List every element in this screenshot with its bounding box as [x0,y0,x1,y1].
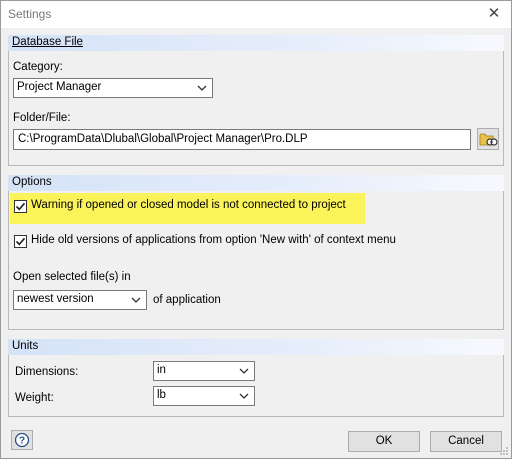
folder-browse-icon [479,133,498,146]
section-title-units: Units [12,340,39,352]
settings-dialog: Settings ✕ Database File Category: Proje… [0,0,512,459]
folder-file-input[interactable]: C:\ProgramData\Dlubal\Global\Project Man… [13,129,471,150]
section-title-options: Options [12,176,52,188]
folder-file-value: C:\ProgramData\Dlubal\Global\Project Man… [18,133,308,145]
ok-button[interactable]: OK [348,431,420,452]
warning-checkbox[interactable] [14,200,27,213]
svg-text:?: ? [19,436,25,447]
folder-label: Folder/File: [13,112,71,124]
chevron-down-icon [131,297,141,303]
version-dropdown[interactable]: newest version [13,290,147,310]
dimensions-value: in [157,364,166,376]
section-title-database-file: Database File [12,36,83,48]
chevron-down-icon [197,85,207,91]
section-header-units: Units [8,339,504,355]
section-header-database-file: Database File [8,35,504,51]
hide-old-versions-label: Hide old versions of applications from o… [31,234,396,246]
weight-label: Weight: [15,392,54,404]
chevron-down-icon [239,393,249,399]
browse-button[interactable] [477,128,499,150]
of-application-label: of application [153,294,221,306]
chevron-down-icon [239,368,249,374]
cancel-button[interactable]: Cancel [430,431,502,452]
section-body-units [8,355,504,417]
category-dropdown[interactable]: Project Manager [13,78,213,98]
version-value: newest version [17,293,94,305]
dimensions-dropdown[interactable]: in [153,361,255,381]
help-button[interactable]: ? [11,430,33,450]
weight-value: lb [157,389,166,401]
category-label: Category: [13,61,63,73]
weight-dropdown[interactable]: lb [153,386,255,406]
hide-old-versions-checkbox[interactable] [14,235,27,248]
checkmark-icon [15,202,26,211]
title-bar: Settings ✕ [1,1,511,28]
checkmark-icon [15,237,26,246]
close-button[interactable]: ✕ [481,3,507,25]
dimensions-label: Dimensions: [15,366,79,378]
window-title: Settings [8,7,52,21]
help-icon: ? [14,432,30,448]
section-header-options: Options [8,175,504,191]
resize-grip-icon[interactable] [499,446,509,456]
category-value: Project Manager [17,81,102,93]
warning-checkbox-label: Warning if opened or closed model is not… [31,199,346,211]
open-in-label: Open selected file(s) in [13,271,131,283]
